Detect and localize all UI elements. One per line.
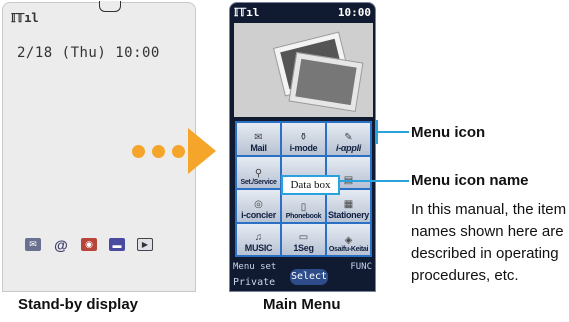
menu-item-osaifu[interactable]: ◈ Osaifu-Keitai [327, 223, 370, 255]
standby-clock: 2/18 (Thu) 10:00 [17, 45, 160, 61]
status-time: 10:00 [337, 6, 371, 19]
status-bar: 𝕀𝕋ıl 10:00 [230, 3, 375, 23]
highlighted-item-name: Data box [281, 175, 340, 195]
callout-line [376, 120, 378, 144]
menu-item-settings[interactable]: ⚲ Set./Service [237, 156, 280, 188]
connector-dot [172, 145, 185, 158]
top-tab-icon [99, 1, 121, 12]
iappli-icon[interactable]: ◉ [81, 238, 97, 251]
menu-item-mail[interactable]: ✉ Mail [237, 123, 280, 155]
headphones-icon: ♫ [254, 232, 263, 243]
softkey-bar: Menu set Private Select FUNC [230, 260, 375, 291]
imode-icon: ⚱ [299, 131, 308, 143]
settings-icon: ⚲ [254, 168, 263, 179]
callout-line [376, 131, 409, 133]
standby-dock: ✉ @ ◉ ▬ ▶ [25, 237, 153, 253]
main-menu-screen: 𝕀𝕋ıl 10:00 ✉ Mail ⚱ i-mode ✎ i-αppli ⚲ S… [229, 2, 376, 292]
play-icon[interactable]: ▶ [137, 238, 153, 251]
signal-icon: 𝕀𝕋ıl [234, 6, 260, 19]
menu-item-iconcier[interactable]: ◎ i-concier [237, 190, 280, 222]
menu-set-softkey[interactable]: Menu set [233, 262, 276, 272]
arrow-right-icon [188, 128, 216, 174]
iappli-icon: ✎ [344, 131, 353, 143]
menu-item-1seg[interactable]: ▭ 1Seg [282, 223, 325, 255]
concier-icon: ◎ [254, 198, 263, 210]
imode-icon[interactable]: @ [53, 237, 69, 253]
connector-dot [152, 145, 165, 158]
bar-icon[interactable]: ▬ [109, 238, 125, 251]
wallpaper-photo [234, 23, 373, 117]
callout-line [340, 180, 409, 182]
phonebook-icon: ▯ [300, 201, 307, 213]
standby-caption: Stand-by display [18, 296, 139, 313]
signal-icon: 𝕀𝕋ıl [11, 11, 39, 25]
menu-item-music[interactable]: ♫ MUSIC [237, 223, 280, 255]
callout-menu-icon: Menu icon [411, 124, 486, 141]
select-softkey[interactable]: Select [290, 269, 328, 285]
private-softkey[interactable]: Private [233, 277, 275, 288]
mail-icon[interactable]: ✉ [25, 238, 41, 251]
menu-item-imode[interactable]: ⚱ i-mode [282, 123, 325, 155]
tv-icon: ▭ [298, 232, 309, 243]
envelope-icon: ✉ [254, 131, 263, 143]
menu-item-iappli[interactable]: ✎ i-αppli [327, 123, 370, 155]
func-softkey[interactable]: FUNC [350, 262, 372, 272]
wallet-icon: ◈ [344, 235, 353, 246]
stationery-icon: ▦ [343, 198, 354, 210]
callout-description: In this manual, the item names shown her… [411, 201, 567, 284]
callout-menu-icon-name: Menu icon name [411, 172, 529, 189]
standby-screen: 𝕀𝕋ıl 2/18 (Thu) 10:00 ✉ @ ◉ ▬ ▶ [2, 1, 196, 292]
main-menu-caption: Main Menu [263, 296, 341, 313]
connector-dot [132, 145, 145, 158]
